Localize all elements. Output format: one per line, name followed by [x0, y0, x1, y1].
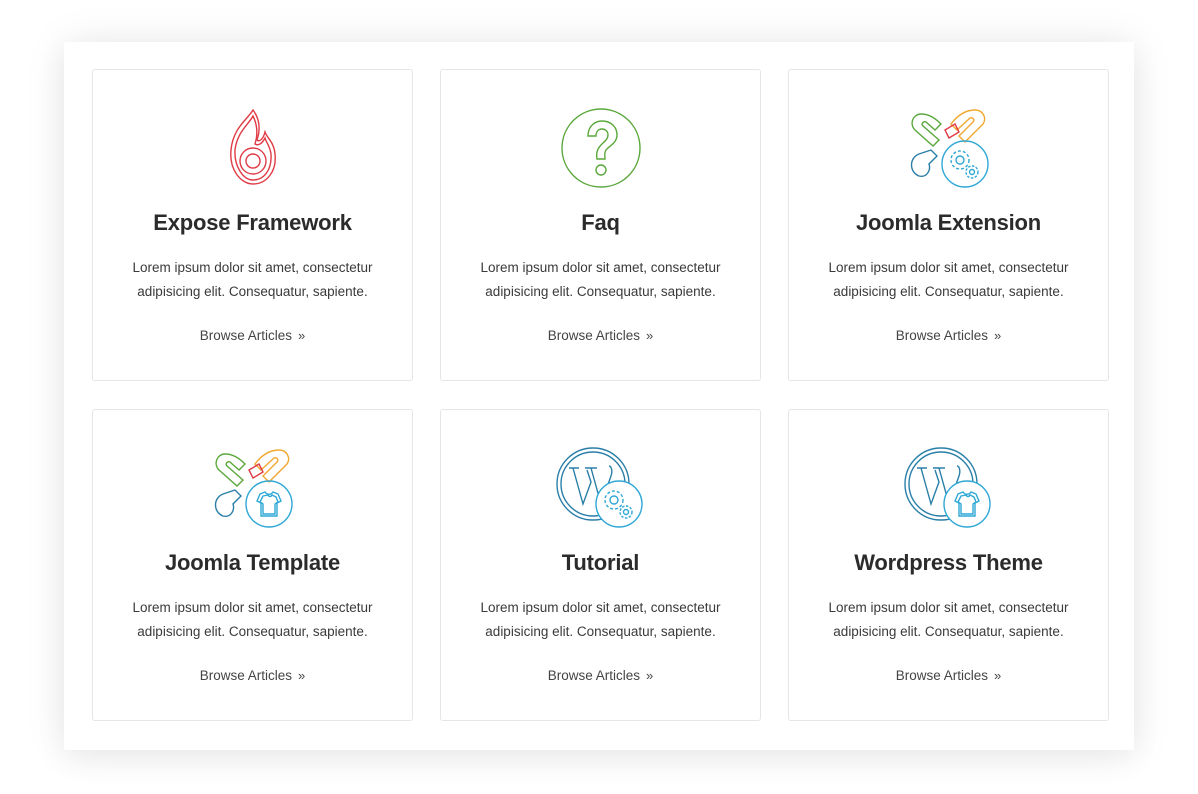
card-title: Wordpress Theme [854, 550, 1043, 575]
double-chevron-right-icon: » [298, 328, 306, 343]
card-title: Faq [581, 210, 620, 235]
browse-articles-link[interactable]: Browse Articles» [93, 668, 412, 683]
double-chevron-right-icon: » [994, 328, 1002, 343]
card-description: Lorem ipsum dolor sit amet, consectetur … [828, 260, 1069, 299]
card-title: Joomla Extension [855, 210, 1042, 235]
wordpress-shirt-icon [899, 446, 999, 530]
category-card-joomla-template[interactable]: Joomla Template Lorem ipsum dolor sit am… [92, 409, 413, 721]
card-description: Lorem ipsum dolor sit amet, consectetur … [480, 260, 721, 299]
double-chevron-right-icon: » [646, 668, 654, 683]
browse-articles-link[interactable]: Browse Articles» [441, 328, 760, 343]
browse-articles-link[interactable]: Browse Articles» [789, 668, 1108, 683]
double-chevron-right-icon: » [298, 668, 306, 683]
card-description: Lorem ipsum dolor sit amet, consectetur … [480, 600, 721, 639]
categories-panel: Expose Framework Lorem ipsum dolor sit a… [64, 42, 1134, 750]
card-title: Joomla Template [164, 550, 341, 575]
question-icon [551, 106, 651, 190]
double-chevron-right-icon: » [994, 668, 1002, 683]
card-title: Tutorial [561, 550, 640, 575]
fire-icon [203, 106, 303, 190]
browse-articles-link[interactable]: Browse Articles» [441, 668, 760, 683]
browse-articles-link[interactable]: Browse Articles» [93, 328, 412, 343]
category-card-faq[interactable]: Faq Lorem ipsum dolor sit amet, consecte… [440, 69, 761, 381]
category-card-tutorial[interactable]: Tutorial Lorem ipsum dolor sit amet, con… [440, 409, 761, 721]
categories-grid: Expose Framework Lorem ipsum dolor sit a… [92, 69, 1109, 721]
wordpress-gears-icon [551, 446, 651, 530]
browse-articles-link[interactable]: Browse Articles» [789, 328, 1108, 343]
category-card-expose-framework[interactable]: Expose Framework Lorem ipsum dolor sit a… [92, 69, 413, 381]
card-description: Lorem ipsum dolor sit amet, consectetur … [132, 260, 373, 299]
card-description: Lorem ipsum dolor sit amet, consectetur … [828, 600, 1069, 639]
card-title: Expose Framework [153, 210, 352, 235]
joomla-shirt-icon [203, 446, 303, 530]
card-description: Lorem ipsum dolor sit amet, consectetur … [132, 600, 373, 639]
category-card-joomla-extension[interactable]: Joomla Extension Lorem ipsum dolor sit a… [788, 69, 1109, 381]
double-chevron-right-icon: » [646, 328, 654, 343]
joomla-gears-icon [899, 106, 999, 190]
category-card-wordpress-theme[interactable]: Wordpress Theme Lorem ipsum dolor sit am… [788, 409, 1109, 721]
